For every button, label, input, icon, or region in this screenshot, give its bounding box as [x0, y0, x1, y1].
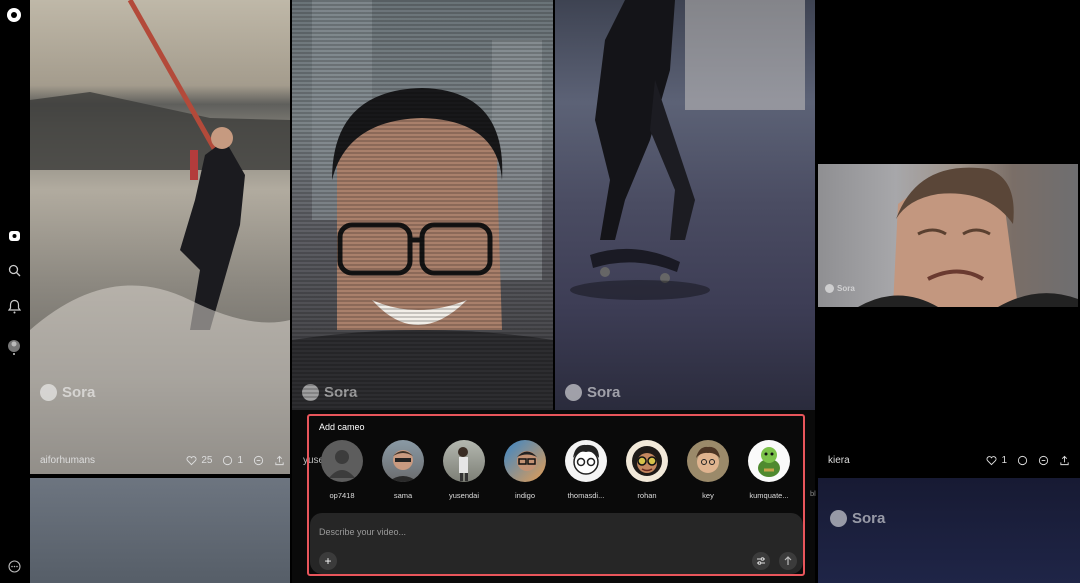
cameo-item[interactable]: key [678, 440, 738, 500]
sliders-icon [757, 557, 765, 565]
video-tile[interactable]: Sora [818, 478, 1080, 583]
cameo-item[interactable]: op7418 [312, 440, 372, 500]
cameo-name: kumquate... [749, 491, 789, 500]
share-icon [275, 455, 284, 466]
cameo-name: indigo [514, 491, 536, 500]
cameo-item[interactable]: kumquate... [739, 440, 799, 500]
home-icon[interactable] [6, 227, 22, 243]
sora-watermark: Sora [825, 284, 855, 293]
comment-button[interactable] [1017, 455, 1028, 466]
cameo-name: rohan [637, 491, 657, 500]
share-icon [1060, 455, 1069, 466]
comment-icon [223, 455, 233, 466]
avatar [382, 440, 424, 482]
add-attachment-button[interactable]: + [319, 552, 337, 570]
heart-icon [186, 456, 197, 466]
cameo-overflow-hint: bl [810, 489, 816, 498]
cameo-name: sama [393, 491, 413, 500]
video-tile[interactable]: Sora aiforhumans 25 1 [30, 0, 290, 474]
sora-watermark: Sora [830, 510, 885, 527]
share-button[interactable] [274, 455, 285, 466]
video-meta: aiforhumans 25 1 [40, 455, 285, 466]
sidebar [0, 0, 30, 583]
video-author[interactable]: kiera [828, 455, 850, 466]
arrow-up-icon [784, 556, 792, 565]
cameo-name: thomasdi... [567, 491, 605, 500]
remix-button[interactable] [253, 455, 264, 466]
remix-button[interactable] [1038, 455, 1049, 466]
remix-icon [253, 455, 264, 466]
heart-icon [986, 456, 997, 466]
like-button[interactable]: 1 [986, 455, 1007, 466]
avatar [443, 440, 485, 482]
cameo-name: key [702, 491, 714, 500]
cameo-panel-title: Add cameo [319, 422, 365, 432]
more-icon[interactable] [6, 558, 22, 574]
video-frame-image [570, 0, 805, 300]
cameo-item[interactable]: yusendai [434, 440, 494, 500]
add-cameo-panel: Add cameo op7418 sama yusendai indigo th… [307, 414, 805, 576]
avatar [687, 440, 729, 482]
avatar [321, 440, 363, 482]
video-frame-image [292, 0, 553, 410]
video-author[interactable]: aiforhumans [40, 455, 95, 466]
avatar [626, 440, 668, 482]
sora-watermark: Sora [565, 384, 620, 401]
settings-button[interactable] [752, 552, 770, 570]
sora-logo-icon[interactable] [6, 7, 22, 23]
cameo-item[interactable]: thomasdi... [556, 440, 616, 500]
sora-watermark: Sora [302, 384, 357, 401]
avatar-icon[interactable] [6, 339, 22, 355]
plus-icon: + [324, 554, 332, 568]
comment-button[interactable]: 1 [222, 455, 243, 466]
prompt-composer: Describe your video... + [310, 513, 803, 574]
video-tile[interactable] [30, 478, 290, 583]
avatar [748, 440, 790, 482]
cameo-item[interactable]: rohan [617, 440, 677, 500]
avatar [565, 440, 607, 482]
sora-watermark: Sora [40, 384, 95, 401]
video-frame-image [858, 167, 1078, 307]
cameo-item[interactable]: indigo [495, 440, 555, 500]
cameo-name: yusendai [448, 491, 480, 500]
avatar [504, 440, 546, 482]
video-tile[interactable]: Sora [555, 0, 815, 410]
comment-icon [1017, 455, 1028, 466]
bell-icon[interactable] [6, 298, 22, 314]
video-tile[interactable]: Sora [292, 0, 553, 410]
video-meta: kiera 1 [828, 455, 1070, 466]
search-icon[interactable] [6, 262, 22, 278]
submit-button[interactable] [779, 552, 797, 570]
video-tile[interactable]: Sora [818, 164, 1078, 307]
share-button[interactable] [1059, 455, 1070, 466]
like-button[interactable]: 25 [186, 455, 212, 466]
cameo-list: op7418 sama yusendai indigo thomasdi... [309, 440, 803, 500]
cameo-name: op7418 [329, 491, 355, 500]
remix-icon [1038, 455, 1049, 466]
video-frame-image [30, 0, 290, 474]
cameo-item[interactable]: sama [373, 440, 433, 500]
prompt-input[interactable]: Describe your video... [319, 527, 406, 537]
